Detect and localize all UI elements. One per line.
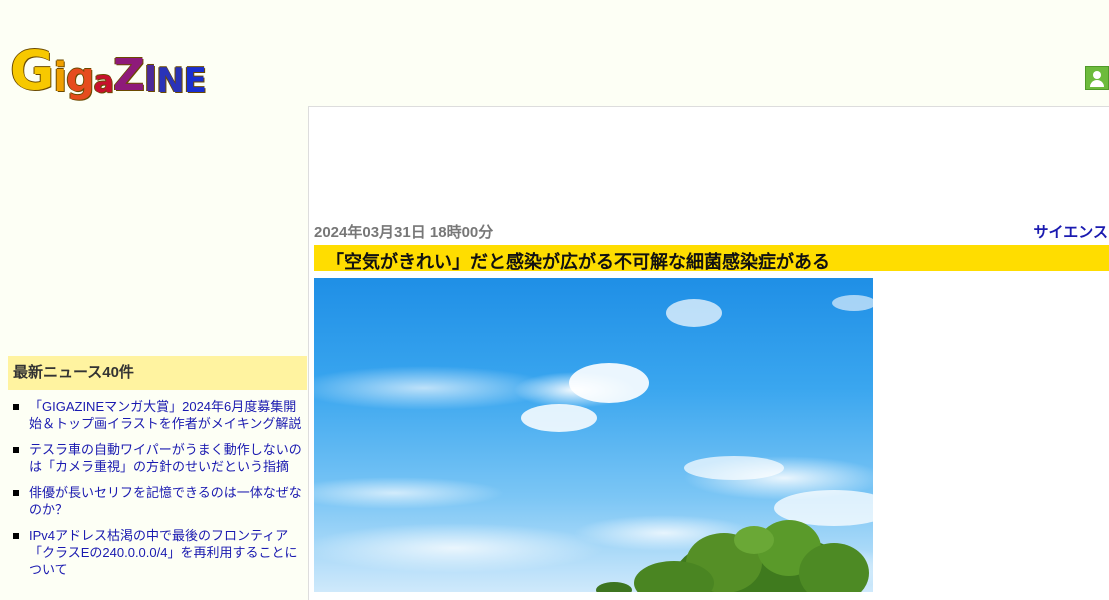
sidebar: 最新ニュース40件 「GIGAZINEマンガ大賞」2024年6月度募集開始＆トッ… — [8, 356, 307, 587]
logo-letter: i — [53, 55, 67, 101]
page: G i g a Z I N E 2024年03月31日 18時00分 サイエンス… — [0, 0, 1109, 600]
logo-letter: G — [10, 39, 54, 102]
category-link[interactable]: サイエンス — [1033, 221, 1108, 242]
list-item: 「GIGAZINEマンガ大賞」2024年6月度募集開始＆トップ画イラストを作者が… — [8, 398, 307, 432]
logo-letter: N — [156, 61, 184, 101]
headline-bar: 「空気がきれい」だと感染が広がる不可解な細菌感染症がある — [314, 245, 1109, 272]
news-link[interactable]: テスラ車の自動ワイパーがうまく動作しないのは「カメラ重視」の方針のせいだという指… — [29, 442, 302, 474]
logo-letter: a — [93, 65, 114, 100]
news-list: 「GIGAZINEマンガ大賞」2024年6月度募集開始＆トップ画イラストを作者が… — [8, 398, 307, 578]
article-main: 2024年03月31日 18時00分 サイエンス 「空気がきれい」だと感染が広が… — [308, 106, 1109, 600]
news-link[interactable]: 「GIGAZINEマンガ大賞」2024年6月度募集開始＆トップ画イラストを作者が… — [29, 399, 301, 431]
sky-tree-illustration — [314, 295, 873, 592]
gigazine-logo[interactable]: G i g a Z I N E — [10, 36, 207, 102]
list-item: IPv4アドレス枯渇の中で最後のフロンティア「クラスEの240.0.0.0/4」… — [8, 527, 307, 578]
logo-letter: Z — [112, 50, 145, 101]
logo-letter: I — [143, 59, 157, 100]
article-headline: 「空気がきれい」だと感染が広がる不可解な細菌感染症がある — [326, 252, 830, 272]
article-date: 2024年03月31日 18時00分 — [314, 224, 494, 241]
logo-letter: g — [66, 55, 95, 101]
hero-image — [314, 278, 873, 592]
list-item: 俳優が長いセリフを記憶できるのは一体なぜなのか？ — [8, 484, 307, 518]
list-item: テスラ車の自動ワイパーがうまく動作しないのは「カメラ重視」の方針のせいだという指… — [8, 441, 307, 475]
logo-letter: E — [183, 61, 207, 101]
user-icon[interactable] — [1085, 66, 1109, 90]
news-link[interactable]: IPv4アドレス枯渇の中で最後のフロンティア「クラスEの240.0.0.0/4」… — [29, 528, 297, 577]
sidebar-title: 最新ニュース40件 — [8, 356, 307, 390]
news-link[interactable]: 俳優が長いセリフを記憶できるのは一体なぜなのか？ — [29, 485, 302, 517]
